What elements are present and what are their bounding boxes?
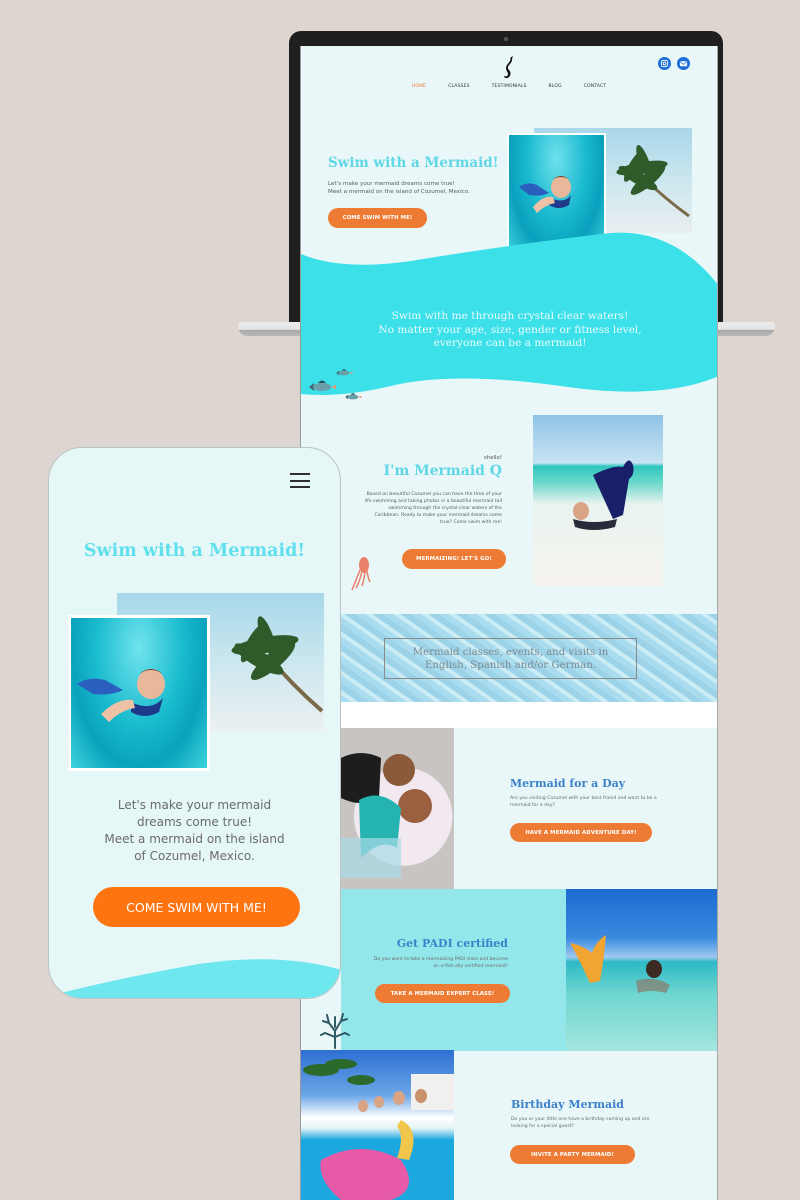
birthday-description: Do you or your little one have a birthda…: [511, 1117, 650, 1129]
main-navigation: HOME CLASSES TESTIMONIALS BLOG CONTACT: [301, 84, 717, 89]
band-line-2: No matter your age, size, gender or fitn…: [378, 323, 642, 336]
party-mermaid-button[interactable]: INVITE A PARTY MERMAID!: [510, 1145, 635, 1164]
expert-class-button[interactable]: TAKE A MERMAID EXPERT CLASS!: [375, 984, 510, 1003]
band-line-3: everyone can be a mermaid!: [433, 337, 587, 349]
ocean-mermaid-photo: [566, 889, 717, 1051]
mobile-come-swim-button[interactable]: COME SWIM WITH ME!: [93, 887, 300, 927]
hero-line-1: Let's make your mermaid dreams come true…: [328, 181, 455, 187]
nav-contact[interactable]: CONTACT: [584, 84, 606, 89]
banner-line-1: Mermaid classes, events, and visits in: [412, 646, 609, 658]
mobile-aqua-wave: [49, 959, 340, 998]
pool-party-photo: [301, 1050, 454, 1200]
mobile-hero-description: Let's make your mermaid dreams come true…: [49, 797, 340, 865]
greeting-text: shello!: [484, 455, 502, 461]
nav-testimonials[interactable]: TESTIMONIALS: [492, 84, 527, 89]
laptop-camera: [504, 37, 508, 41]
mermaid-day-title: Mermaid for a Day: [510, 777, 626, 790]
banner-line-2: English, Spanish and/or German.: [424, 659, 597, 671]
mobile-line-1: Let's make your mermaid: [117, 798, 272, 812]
about-title: I'm Mermaid Q: [383, 463, 502, 479]
mobile-line-3: Meet a mermaid on the island: [104, 832, 285, 846]
about-description: Based on beautiful Cozumel you can have …: [364, 492, 502, 525]
coral-icon: [320, 1013, 350, 1049]
fish-icon: [345, 393, 362, 400]
beach-mermaid-photo: [533, 415, 663, 586]
mermaid-day-description: Are you visiting Cozumel with your best …: [510, 796, 657, 808]
fish-icon: [309, 380, 336, 391]
hero-title: Swim with a Mermaid!: [328, 155, 499, 171]
desktop-website: HOME CLASSES TESTIMONIALS BLOG CONTACT S…: [300, 46, 718, 1200]
band-line-1: Swim with me through crystal clear water…: [391, 310, 629, 322]
mobile-hero-title: Swim with a Mermaid!: [83, 541, 306, 561]
mobile-line-2: dreams come true!: [136, 815, 253, 829]
nav-home[interactable]: HOME: [412, 84, 426, 89]
languages-box: Mermaid classes, events, and visits in E…: [384, 638, 637, 679]
instagram-icon[interactable]: [658, 57, 671, 70]
padi-section-bg: [341, 889, 566, 1051]
beach-towel-photo: [341, 728, 454, 889]
hero-description: Let's make your mermaid dreams come true…: [328, 180, 470, 196]
mermaizing-button[interactable]: MERMAIZING! LET'S GO!: [402, 549, 506, 569]
mermaid-logo-icon[interactable]: [501, 56, 517, 80]
band-message: Swim with me through crystal clear water…: [301, 310, 717, 351]
email-icon[interactable]: [677, 57, 690, 70]
hero-line-2: Meet a mermaid on the island of Cozumel,…: [328, 189, 470, 195]
water-banner: Mermaid classes, events, and visits in E…: [341, 614, 717, 702]
divider-strip: [341, 702, 717, 728]
mobile-underwater-mermaid-photo: [68, 615, 210, 771]
adventure-day-button[interactable]: HAVE A MERMAID ADVENTURE DAY!: [510, 823, 652, 842]
fish-icon: [336, 369, 353, 376]
come-swim-button[interactable]: COME SWIM WITH ME!: [328, 208, 427, 228]
mobile-website: Swim with a Mermaid! Let's make your mer…: [48, 447, 341, 999]
octopus-icon: [351, 557, 371, 591]
mobile-line-4: of Cozumel, Mexico.: [134, 849, 255, 863]
nav-blog[interactable]: BLOG: [549, 84, 562, 89]
hamburger-menu-icon[interactable]: [290, 473, 310, 488]
padi-title: Get PADI certified: [396, 937, 508, 950]
nav-classes[interactable]: CLASSES: [448, 84, 469, 89]
birthday-title: Birthday Mermaid: [511, 1098, 624, 1111]
padi-description: Do you want to take a mermaizing PADI cl…: [373, 957, 508, 969]
